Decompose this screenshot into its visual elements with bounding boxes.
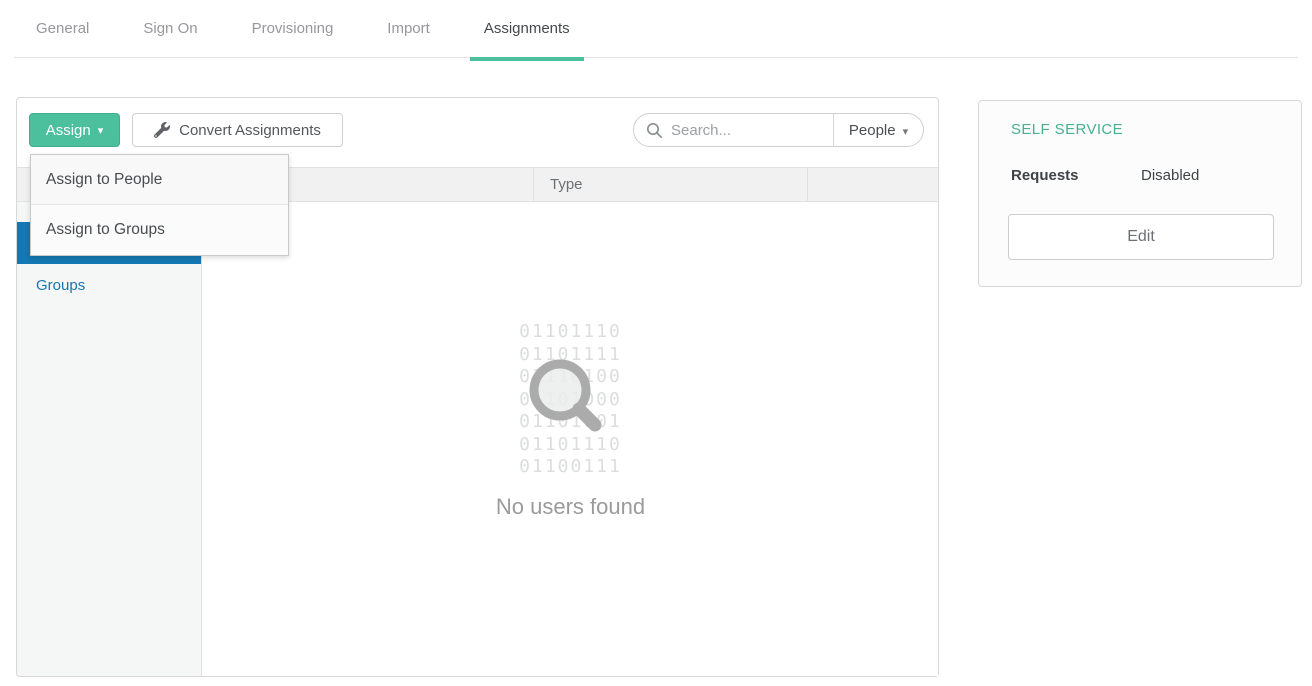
binary-line: 01101110	[519, 321, 622, 344]
edit-button[interactable]: Edit	[1008, 214, 1274, 260]
assign-dropdown-menu: Assign to People Assign to Groups	[30, 154, 289, 256]
app-tabs: General Sign On Provisioning Import Assi…	[22, 0, 610, 61]
assignments-sidebar: People Groups	[17, 202, 202, 676]
convert-assignments-label: Convert Assignments	[179, 122, 321, 139]
wrench-icon	[154, 122, 170, 138]
menu-item-assign-to-people[interactable]: Assign to People	[31, 155, 288, 205]
tab-general[interactable]: General	[22, 0, 103, 61]
tabbar-divider	[14, 57, 1298, 58]
tab-bar: General Sign On Provisioning Import Assi…	[0, 0, 1312, 58]
assignments-content: 01101110 01101111 01110100 01101000 0110…	[203, 202, 938, 676]
binary-line: 01100111	[519, 456, 622, 479]
column-header-actions	[808, 168, 938, 201]
search-scope-label: People	[849, 122, 896, 139]
requests-label: Requests	[1011, 167, 1079, 184]
search-control: People ▾	[633, 113, 924, 147]
column-header-type: Type	[534, 168, 808, 201]
magnifier-icon	[524, 354, 610, 445]
empty-state-message: No users found	[496, 494, 645, 520]
convert-assignments-button[interactable]: Convert Assignments	[132, 113, 343, 147]
self-service-title: SELF SERVICE	[1011, 121, 1123, 138]
requests-value: Disabled	[1141, 167, 1199, 184]
sidebar-item-groups[interactable]: Groups	[17, 264, 201, 306]
self-service-panel: SELF SERVICE Requests Disabled Edit	[978, 100, 1302, 287]
tab-provisioning[interactable]: Provisioning	[238, 0, 348, 61]
search-icon	[646, 122, 663, 139]
search-scope-dropdown[interactable]: People ▾	[834, 114, 923, 146]
empty-state-graphic: 01101110 01101111 01110100 01101000 0110…	[519, 321, 622, 479]
tab-sign-on[interactable]: Sign On	[129, 0, 211, 61]
tab-assignments[interactable]: Assignments	[470, 0, 584, 61]
search-field-segment	[634, 114, 834, 146]
assign-button-label: Assign	[46, 122, 91, 139]
assign-button[interactable]: Assign ▾	[29, 113, 120, 147]
chevron-down-icon: ▾	[98, 124, 104, 137]
assignments-panel: Assign ▾ Convert Assignments People ▾	[16, 97, 939, 677]
menu-item-assign-to-groups[interactable]: Assign to Groups	[31, 205, 288, 255]
tab-import[interactable]: Import	[373, 0, 444, 61]
search-input[interactable]	[671, 122, 811, 139]
chevron-down-icon: ▾	[903, 123, 909, 138]
